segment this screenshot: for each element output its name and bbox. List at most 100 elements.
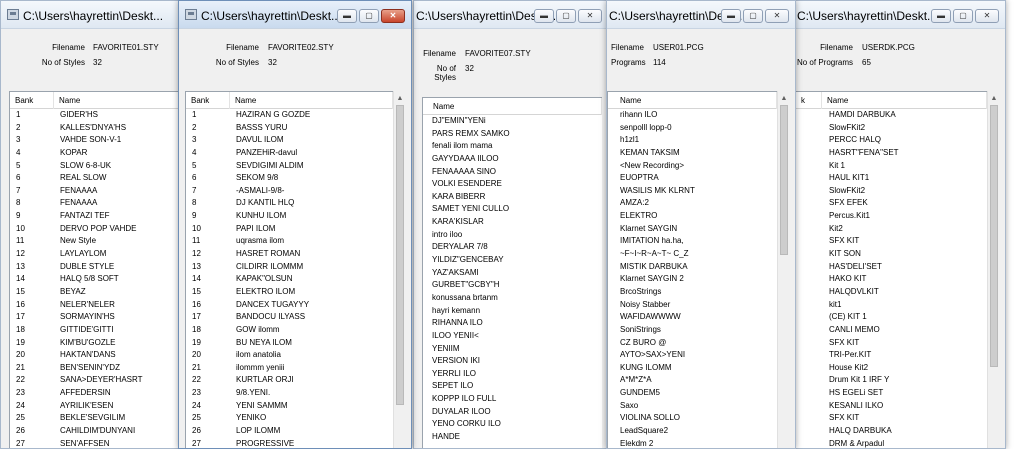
list-item[interactable]: VERSION IKI (423, 355, 602, 368)
list-item[interactable]: Noisy Stabber (608, 299, 777, 312)
list-item[interactable]: DERYALAR 7/8 (423, 241, 602, 254)
scroll-thumb[interactable] (780, 105, 788, 255)
list-item[interactable]: CZ BURO @ (608, 337, 777, 350)
list-item[interactable]: 21 BEN'SENIN'YDZ (10, 362, 185, 375)
list-item[interactable]: h1zl1 (608, 134, 777, 147)
list-item[interactable]: 7 -ASMALI-9/8- (186, 185, 393, 198)
list-item[interactable]: WAFIDAWWWW (608, 311, 777, 324)
list-item[interactable]: 14 KAPAK"OLSUN (186, 273, 393, 286)
list-item[interactable]: 22 SANA>DEYER'HASRT (10, 374, 185, 387)
vertical-scrollbar[interactable]: ▲ (987, 91, 999, 448)
list-item[interactable]: WASILIS MK KLRNT (608, 185, 777, 198)
list-item[interactable]: FENAAAAA SINO (423, 166, 602, 179)
list-item[interactable]: BrcoStrings (608, 286, 777, 299)
list-item[interactable]: GURBET"GCBY"H (423, 279, 602, 292)
list-item[interactable]: CANLI MEMO (796, 324, 987, 337)
list-item[interactable]: Elekdm 2 (608, 438, 777, 448)
list-item[interactable]: 22 KURTLAR ORJI (186, 374, 393, 387)
list-item[interactable]: 1 GIDER'HS (10, 109, 185, 122)
list-item[interactable]: KESANLI ILKO (796, 400, 987, 413)
column-header-bank[interactable]: k (796, 92, 822, 109)
program-list[interactable]: Name rihann ILO senpolll lopp-0 h1zl1 KEMAN… (607, 91, 777, 448)
list-item[interactable]: 26 CAHILDIM'DUNYANI (10, 425, 185, 438)
list-item[interactable]: KARA BIBERR (423, 191, 602, 204)
list-item[interactable]: HALQDVLKIT (796, 286, 987, 299)
list-item[interactable]: SFX EFEK (796, 197, 987, 210)
list-item[interactable]: SFX KIT (796, 412, 987, 425)
list-item[interactable]: DRM & Arpadul (796, 438, 987, 448)
list-item[interactable]: AYTO>SAX>YENI (608, 349, 777, 362)
list-item[interactable]: senpolll lopp-0 (608, 122, 777, 135)
list-item[interactable]: 21 ilommm yeniii (186, 362, 393, 375)
list-item[interactable]: SoniStrings (608, 324, 777, 337)
list-item[interactable]: 19 KIM'BU'GOZLE (10, 337, 185, 350)
list-item[interactable]: 26 LOP ILOMM (186, 425, 393, 438)
style-window-favorite07[interactable]: C:\Users\hayrettin\Deskt... ▬ ▢ ✕ Filena… (413, 0, 609, 449)
scroll-up-icon[interactable]: ▲ (394, 92, 406, 104)
list-item[interactable]: GAYYDAAA IILOO (423, 153, 602, 166)
list-item[interactable]: 25 BEKLE'SEVGILIM (10, 412, 185, 425)
list-item[interactable]: 2 KALLES'DNYA'HS (10, 122, 185, 135)
list-item[interactable]: 6 SEKOM 9/8 (186, 172, 393, 185)
list-item[interactable]: Klarnet SAYGIN 2 (608, 273, 777, 286)
maximize-icon[interactable]: ▢ (359, 9, 379, 23)
style-window-favorite01[interactable]: C:\Users\hayrettin\Deskt... Filename FAV… (0, 0, 186, 449)
list-item[interactable]: hayri kemann (423, 305, 602, 318)
list-item[interactable]: HANDE (423, 431, 602, 444)
maximize-icon[interactable]: ▢ (953, 9, 973, 23)
maximize-icon[interactable]: ▢ (556, 9, 576, 23)
list-item[interactable]: HAS'DELI'SET (796, 261, 987, 274)
style-list[interactable]: Name DJ"EMIN"YENi PARS REMX SAMKO fenali i… (422, 97, 602, 448)
list-item[interactable]: DJ"EMIN"YENi (423, 115, 602, 128)
list-item[interactable]: 9 KUNHU ILOM (186, 210, 393, 223)
list-item[interactable]: SAMET YENI CULLO (423, 203, 602, 216)
list-item[interactable]: 27 SEN'AFFSEN (10, 438, 185, 448)
list-item[interactable]: 11 uqrasma ilom (186, 235, 393, 248)
list-item[interactable]: PARS REMX SAMKO (423, 128, 602, 141)
scroll-thumb[interactable] (396, 105, 404, 405)
column-header-name[interactable]: Name (423, 98, 602, 115)
close-icon[interactable]: ✕ (765, 9, 789, 23)
list-item[interactable]: ILOO YENII< (423, 330, 602, 343)
list-item[interactable]: 24 AYRILIK'ESEN (10, 400, 185, 413)
program-list[interactable]: k Name HAMDI DARBUKA SlowFKit2 PERCC HALQ H… (795, 91, 987, 448)
minimize-icon[interactable]: ▬ (931, 9, 951, 23)
list-item[interactable]: 13 CILDIRR ILOMMM (186, 261, 393, 274)
list-item[interactable]: 5 SEVDIGIMI ALDIM (186, 160, 393, 173)
scroll-up-icon[interactable]: ▲ (778, 92, 790, 104)
list-item[interactable]: 17 SORMAYIN'HS (10, 311, 185, 324)
list-item[interactable]: 2 BASSS YURU (186, 122, 393, 135)
column-header-name[interactable]: Name (822, 92, 987, 109)
list-item[interactable]: DUYALAR ILOO (423, 406, 602, 419)
title-bar[interactable]: C:\Users\hayrettin\Deskt... ▬ ▢ ✕ (607, 1, 795, 29)
close-icon[interactable]: ✕ (975, 9, 999, 23)
list-item[interactable]: KUNG ILOMM (608, 362, 777, 375)
column-header-name[interactable]: Name (608, 92, 777, 109)
list-item[interactable]: EUOPTRA (608, 172, 777, 185)
list-item[interactable]: 1 HAZIRAN G GOZDE (186, 109, 393, 122)
list-item[interactable]: Percus.Kit1 (796, 210, 987, 223)
list-item[interactable]: <New Recording> (608, 160, 777, 173)
list-item[interactable]: 19 BU NEYA ILOM (186, 337, 393, 350)
list-item[interactable]: 4 PANZEHiR-davul (186, 147, 393, 160)
list-item[interactable]: 8 FENAAAA (10, 197, 185, 210)
list-item[interactable]: AMZA:2 (608, 197, 777, 210)
vertical-scrollbar[interactable]: ▲ (393, 91, 405, 448)
title-bar[interactable]: C:\Users\hayrettin\Deskt... ▬ ▢ ✕ (795, 1, 1005, 29)
column-header-bank[interactable]: Bank (186, 92, 230, 109)
list-item[interactable]: 11 New Style (10, 235, 185, 248)
list-item[interactable]: 24 YENI SAMMM (186, 400, 393, 413)
list-item[interactable]: Kit2 (796, 223, 987, 236)
list-item[interactable]: KARA'KISLAR (423, 216, 602, 229)
minimize-icon[interactable]: ▬ (534, 9, 554, 23)
program-window-userdk[interactable]: C:\Users\hayrettin\Deskt... ▬ ▢ ✕ Filena… (794, 0, 1006, 449)
list-item[interactable]: RIHANNA ILO (423, 317, 602, 330)
list-item[interactable]: SFX KIT (796, 337, 987, 350)
list-item[interactable]: KEMAN TAKSIM (608, 147, 777, 160)
list-item[interactable]: 27 PROGRESSIVE (186, 438, 393, 448)
title-bar[interactable]: C:\Users\hayrettin\Deskt... ▬ ▢ ✕ (414, 1, 608, 29)
style-window-favorite02[interactable]: C:\Users\hayrettin\Deskt... ▬ ▢ ✕ Filena… (178, 0, 412, 449)
list-item[interactable]: 10 DERVO POP VAHDE (10, 223, 185, 236)
list-item[interactable]: Saxo (608, 400, 777, 413)
list-item[interactable]: YAZ'AKSAMI (423, 267, 602, 280)
